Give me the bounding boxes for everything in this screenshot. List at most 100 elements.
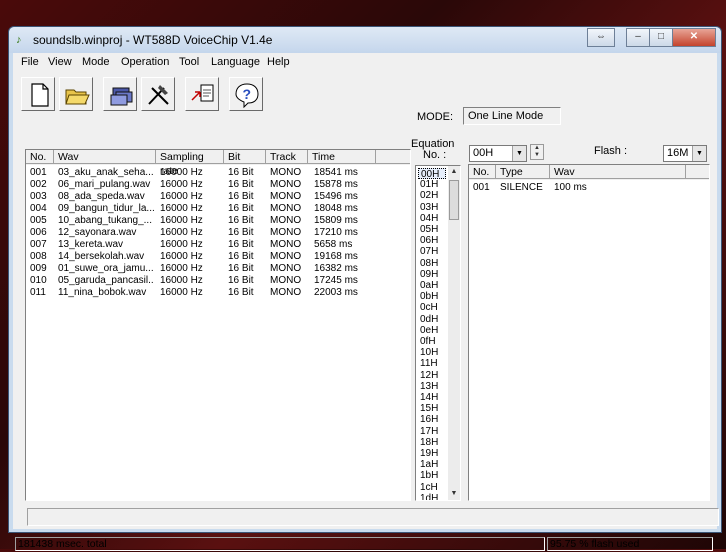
cell-no: 010 bbox=[30, 275, 47, 286]
equation-scrollbar[interactable]: ▲ ▼ bbox=[448, 166, 460, 500]
equation-item[interactable]: 18H bbox=[418, 437, 446, 448]
equation-item[interactable]: 00H bbox=[418, 168, 446, 180]
help-button[interactable]: ? bbox=[229, 77, 263, 111]
export-button[interactable] bbox=[185, 77, 219, 111]
scroll-up-arrow-icon[interactable]: ▲ bbox=[448, 166, 460, 178]
open-folder-button[interactable] bbox=[59, 77, 93, 111]
col-header-no[interactable]: No. bbox=[26, 150, 54, 164]
equation-item[interactable]: 1bH bbox=[418, 470, 446, 481]
menu-mode[interactable]: Mode bbox=[82, 56, 110, 68]
flash-select-value: 16M bbox=[667, 147, 689, 159]
equation-item[interactable]: 15H bbox=[418, 403, 446, 414]
cell-sampling-rate: 16000 Hz bbox=[160, 227, 203, 238]
equation-item[interactable]: 0fH bbox=[418, 336, 446, 347]
equation-item[interactable]: 0aH bbox=[418, 280, 446, 291]
scroll-down-arrow-icon[interactable]: ▼ bbox=[448, 488, 460, 500]
menu-view[interactable]: View bbox=[48, 56, 72, 68]
menu-language[interactable]: Language bbox=[211, 56, 260, 68]
equation-list[interactable]: 00H 01H 02H 03H 04H 05H 06H 07H 08H 09H 0aH 0bH 0cH 0… bbox=[415, 165, 461, 501]
table-row[interactable]: 008 14_bersekolah.wav 16000 Hz 16 Bit MONO 19… bbox=[26, 251, 410, 263]
col-header-wav[interactable]: Wav bbox=[54, 150, 156, 164]
equation-item[interactable]: 06H bbox=[418, 235, 446, 246]
spin-down-icon[interactable]: ▼ bbox=[531, 152, 543, 159]
close-button[interactable]: ✕ bbox=[672, 28, 716, 47]
equation-item[interactable]: 08H bbox=[418, 258, 446, 269]
equation-item[interactable]: 09H bbox=[418, 269, 446, 280]
equation-spinner[interactable]: ▲ ▼ bbox=[530, 144, 544, 160]
menu-help[interactable]: Help bbox=[267, 56, 290, 68]
table-row[interactable]: 006 12_sayonara.wav 16000 Hz 16 Bit MONO 1721… bbox=[26, 227, 410, 239]
minimize-button[interactable]: – bbox=[626, 28, 650, 47]
table-row[interactable]: 001 SILENCE 100 ms bbox=[469, 182, 709, 194]
table-row[interactable]: 010 05_garuda_pancasil... 16000 Hz 16 Bit MO… bbox=[26, 275, 410, 287]
cell-no: 002 bbox=[30, 179, 47, 190]
equation-item[interactable]: 12H bbox=[418, 370, 446, 381]
col-header-sampling-rate[interactable]: Sampling rate bbox=[156, 150, 224, 177]
seq-col-header-no[interactable]: No. bbox=[469, 165, 496, 179]
equation-item[interactable]: 10H bbox=[418, 347, 446, 358]
equation-item[interactable]: 03H bbox=[418, 202, 446, 213]
wav-list[interactable]: No. Wav Sampling rate Bit Track Time 001… bbox=[25, 149, 411, 501]
flash-select[interactable]: 16M ▼ bbox=[663, 145, 707, 162]
new-file-icon bbox=[31, 83, 49, 107]
cell-time: 15809 ms bbox=[314, 215, 358, 226]
col-header-time[interactable]: Time bbox=[308, 150, 376, 164]
equation-item[interactable]: 11H bbox=[418, 358, 446, 369]
table-row[interactable]: 009 01_suwe_ora_jamu... 16000 Hz 16 Bit MONO… bbox=[26, 263, 410, 275]
equation-item[interactable]: 04H bbox=[418, 213, 446, 224]
cell-no: 008 bbox=[30, 251, 47, 262]
equation-item[interactable]: 02H bbox=[418, 190, 446, 201]
seq-col-header-wav[interactable]: Wav bbox=[550, 165, 686, 179]
equation-item[interactable]: 1cH bbox=[418, 482, 446, 493]
table-row[interactable]: 001 03_aku_anak_seha... 16000 Hz 16 Bit MONO… bbox=[26, 167, 410, 179]
equation-item[interactable]: 17H bbox=[418, 426, 446, 437]
equation-item[interactable]: 01H bbox=[418, 179, 446, 190]
cell-sampling-rate: 16000 Hz bbox=[160, 179, 203, 190]
equation-item[interactable]: 0cH bbox=[418, 302, 446, 313]
menu-operation[interactable]: Operation bbox=[121, 56, 169, 68]
equation-item[interactable]: 19H bbox=[418, 448, 446, 459]
tools-button[interactable] bbox=[141, 77, 175, 111]
col-header-bit[interactable]: Bit bbox=[224, 150, 266, 164]
equation-item[interactable]: 14H bbox=[418, 392, 446, 403]
table-row[interactable]: 007 13_kereta.wav 16000 Hz 16 Bit MONO 5658 m… bbox=[26, 239, 410, 251]
menu-file[interactable]: File bbox=[21, 56, 39, 68]
seq-col-header-type[interactable]: Type bbox=[496, 165, 550, 179]
cell-sampling-rate: 16000 Hz bbox=[160, 275, 203, 286]
equation-item[interactable]: 1dH bbox=[418, 493, 446, 500]
col-header-track[interactable]: Track bbox=[266, 150, 308, 164]
table-row[interactable]: 002 06_mari_pulang.wav 16000 Hz 16 Bit MONO 1… bbox=[26, 179, 410, 191]
equation-item[interactable]: 1aH bbox=[418, 459, 446, 470]
cell-wav: 01_suwe_ora_jamu... bbox=[58, 263, 154, 274]
equation-item[interactable]: 13H bbox=[418, 381, 446, 392]
cell-sampling-rate: 16000 Hz bbox=[160, 263, 203, 274]
equation-item[interactable]: 0eH bbox=[418, 325, 446, 336]
equation-item[interactable]: 0bH bbox=[418, 291, 446, 302]
menu-tool[interactable]: Tool bbox=[179, 56, 199, 68]
cell-no: 001 bbox=[30, 167, 47, 178]
spin-up-icon[interactable]: ▲ bbox=[531, 145, 543, 152]
table-row[interactable]: 011 11_nina_bobok.wav 16000 Hz 16 Bit MONO 22… bbox=[26, 287, 410, 299]
cell-track: MONO bbox=[270, 191, 302, 202]
restore-layout-button[interactable]: ⇔ bbox=[587, 28, 615, 47]
title-bar[interactable]: ♪ soundslb.winproj - WT588D VoiceChip V1… bbox=[9, 27, 721, 53]
maximize-button[interactable]: □ bbox=[649, 28, 673, 47]
chevron-down-icon[interactable]: ▼ bbox=[692, 146, 706, 161]
col-header-filler bbox=[376, 150, 410, 164]
table-row[interactable]: 004 09_bangun_tidur_la... 16000 Hz 16 Bit MO… bbox=[26, 203, 410, 215]
equation-item[interactable]: 07H bbox=[418, 246, 446, 257]
table-row[interactable]: 003 08_ada_speda.wav 16000 Hz 16 Bit MONO 154… bbox=[26, 191, 410, 203]
cell-track: MONO bbox=[270, 179, 302, 190]
equation-item[interactable]: 16H bbox=[418, 414, 446, 425]
table-row[interactable]: 005 10_abang_tukang_... 16000 Hz 16 Bit MONO… bbox=[26, 215, 410, 227]
equation-item[interactable]: 05H bbox=[418, 224, 446, 235]
cell-no: 006 bbox=[30, 227, 47, 238]
chevron-down-icon[interactable]: ▼ bbox=[512, 146, 526, 161]
equation-item[interactable]: 0dH bbox=[418, 314, 446, 325]
seq-cell-wav: 100 ms bbox=[554, 182, 587, 193]
load-chip-button[interactable] bbox=[103, 77, 137, 111]
new-file-button[interactable] bbox=[21, 77, 55, 111]
equation-select[interactable]: 00H ▼ bbox=[469, 145, 527, 162]
watermark-logo-icon bbox=[627, 437, 685, 495]
scroll-thumb[interactable] bbox=[449, 180, 459, 220]
